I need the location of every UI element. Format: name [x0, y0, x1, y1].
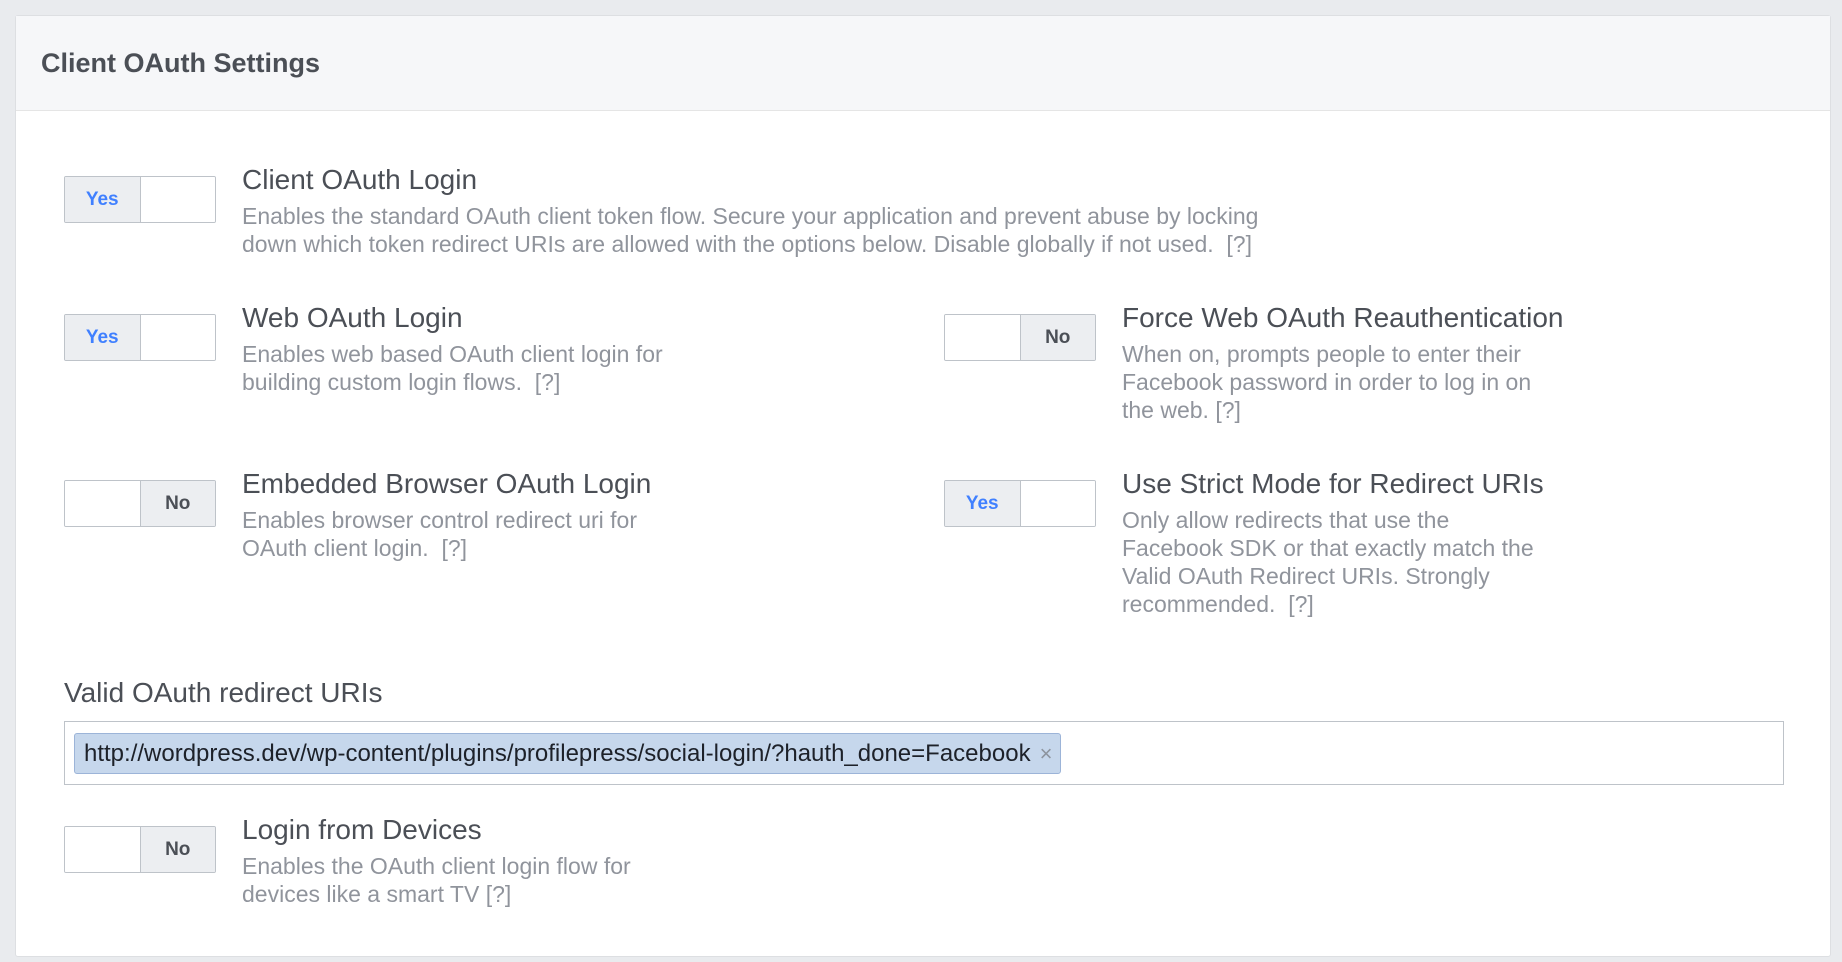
description-line: Enables the OAuth client login flow for	[242, 853, 631, 879]
toggle-knob	[140, 315, 215, 360]
login-from-devices-title: Login from Devices	[242, 814, 482, 845]
force-reauth-title: Force Web OAuth Reauthentication	[1122, 302, 1564, 333]
web-oauth-login-description: Enables web based OAuth client login for…	[242, 340, 762, 396]
panel-title: Client OAuth Settings	[41, 48, 320, 78]
strict-mode-description: Only allow redirects that use the Facebo…	[1122, 506, 1642, 618]
description-line: building custom login flows. [?]	[242, 368, 762, 396]
help-link[interactable]: [?]	[535, 369, 561, 395]
description-line: down which token redirect URIs are allow…	[242, 230, 1442, 258]
client-oauth-login-title: Client OAuth Login	[242, 164, 478, 195]
toggle-yes-label: Yes	[65, 315, 141, 360]
toggle-knob	[945, 315, 1020, 360]
description-line: OAuth client login. [?]	[242, 534, 762, 562]
remove-token-icon[interactable]: ×	[1040, 741, 1053, 767]
description-line: Only allow redirects that use the	[1122, 507, 1450, 533]
toggle-no-label: No	[139, 481, 215, 526]
panel-header: Client OAuth Settings	[16, 16, 1830, 111]
description-line: devices like a smart TV [?]	[242, 880, 762, 908]
redirect-uris-label: Valid OAuth redirect URIs	[64, 677, 383, 708]
web-oauth-login-toggle[interactable]: Yes	[64, 314, 216, 361]
embedded-browser-oauth-title: Embedded Browser OAuth Login	[242, 468, 652, 499]
help-link[interactable]: [?]	[441, 535, 467, 561]
client-oauth-login-description: Enables the standard OAuth client token …	[242, 202, 1442, 258]
description-line: Enables web based OAuth client login for	[242, 341, 663, 367]
toggle-yes-label: Yes	[945, 481, 1021, 526]
embedded-browser-oauth-description: Enables browser control redirect uri for…	[242, 506, 762, 562]
toggle-no-label: No	[1019, 315, 1095, 360]
description-line: recommended. [?]	[1122, 590, 1642, 618]
description-text: devices like a smart TV	[242, 881, 480, 907]
description-line: Enables browser control redirect uri for	[242, 507, 637, 533]
web-oauth-login-title: Web OAuth Login	[242, 302, 463, 333]
description-text: building custom login flows.	[242, 369, 522, 395]
description-line: When on, prompts people to enter their	[1122, 341, 1521, 367]
description-text: OAuth client login.	[242, 535, 429, 561]
login-from-devices-toggle[interactable]: No	[64, 826, 216, 873]
client-oauth-settings-panel: Client OAuth Settings Yes Client OAuth L…	[15, 15, 1831, 957]
strict-mode-title: Use Strict Mode for Redirect URIs	[1122, 468, 1544, 499]
description-line: Enables the standard OAuth client token …	[242, 203, 1259, 229]
redirect-uri-text: http://wordpress.dev/wp-content/plugins/…	[84, 739, 1031, 767]
description-line: Facebook password in order to log in on	[1122, 369, 1532, 395]
force-reauth-description: When on, prompts people to enter their F…	[1122, 340, 1642, 424]
toggle-knob	[65, 481, 140, 526]
help-link[interactable]: [?]	[1288, 591, 1314, 617]
redirect-uris-input[interactable]: http://wordpress.dev/wp-content/plugins/…	[64, 721, 1784, 785]
embedded-browser-oauth-toggle[interactable]: No	[64, 480, 216, 527]
description-line: Facebook SDK or that exactly match the	[1122, 535, 1534, 561]
description-line: Valid OAuth Redirect URIs. Strongly	[1122, 563, 1490, 589]
client-oauth-login-toggle[interactable]: Yes	[64, 176, 216, 223]
description-text: the web.	[1122, 397, 1209, 423]
force-reauth-toggle[interactable]: No	[944, 314, 1096, 361]
toggle-knob	[140, 177, 215, 222]
description-line: the web. [?]	[1122, 396, 1642, 424]
description-text: recommended.	[1122, 591, 1276, 617]
help-link[interactable]: [?]	[1215, 397, 1241, 423]
strict-mode-toggle[interactable]: Yes	[944, 480, 1096, 527]
help-link[interactable]: [?]	[486, 881, 512, 907]
redirect-uri-token: http://wordpress.dev/wp-content/plugins/…	[74, 733, 1062, 774]
login-from-devices-description: Enables the OAuth client login flow for …	[242, 852, 762, 908]
toggle-knob	[65, 827, 140, 872]
toggle-knob	[1020, 481, 1095, 526]
toggle-yes-label: Yes	[65, 177, 141, 222]
help-link[interactable]: [?]	[1226, 231, 1252, 257]
toggle-no-label: No	[139, 827, 215, 872]
description-text: down which token redirect URIs are allow…	[242, 231, 1214, 257]
